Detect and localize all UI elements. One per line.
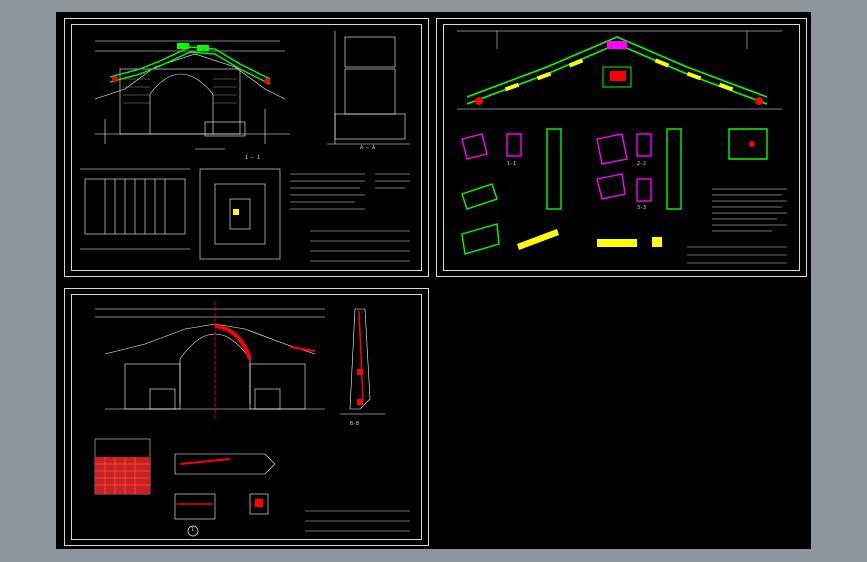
section-label-a-a: A — A	[360, 145, 376, 151]
drawing-sheet-3[interactable]: B-B 1	[64, 288, 429, 546]
drawing-viewport[interactable]: 1 — 1 A — A 1-1 2-2 3-3 B-B 1	[56, 12, 811, 549]
detail-label-2-2: 2-2	[637, 161, 647, 167]
drawing-sheet-1[interactable]: 1 — 1 A — A	[64, 18, 429, 277]
section-label-b-b: B-B	[350, 421, 360, 427]
detail-label-3-3: 3-3	[637, 205, 647, 211]
sheet-2-drawing	[457, 30, 787, 264]
drawing-sheet-2[interactable]: 1-1 2-2 3-3	[436, 18, 807, 277]
sheet-3-drawing	[94, 301, 410, 537]
circle-mark-label: 1	[191, 527, 195, 533]
section-label-1-1: 1 — 1	[245, 155, 261, 161]
detail-label-1-1: 1-1	[507, 161, 517, 167]
